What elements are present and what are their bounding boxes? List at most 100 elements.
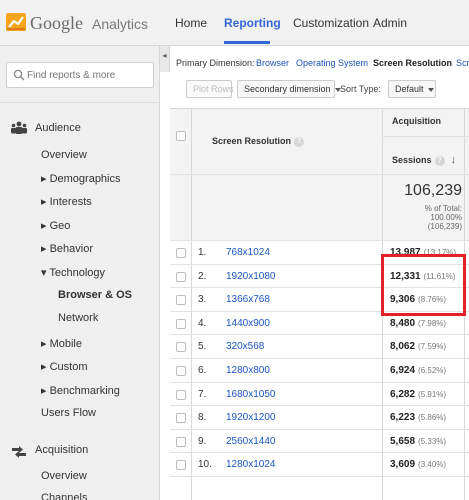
report-panel: Primary Dimension: Browser Operating Sys…: [170, 46, 469, 500]
sort-descending-icon[interactable]: ↓: [451, 154, 457, 166]
row-divider: [170, 334, 469, 336]
row-divider: [170, 452, 469, 454]
screen-resolution-link[interactable]: 1366x768: [226, 294, 270, 305]
secondary-dimension-dropdown[interactable]: Secondary dimension: [237, 80, 341, 98]
row-divider: [170, 476, 469, 477]
sidebar-item-channels[interactable]: Channels: [41, 492, 87, 500]
sessions-percent: (5.33%): [418, 436, 447, 446]
screen-resolution-link[interactable]: 1280x1024: [226, 459, 276, 470]
nav-reporting[interactable]: Reporting: [224, 16, 281, 30]
sidebar-item-network[interactable]: Network: [58, 312, 98, 324]
nav-home[interactable]: Home: [175, 16, 207, 30]
sessions-percent: (5.91%): [418, 389, 447, 399]
sessions-percent: (7.59%): [418, 342, 447, 352]
collapse-sidebar-icon[interactable]: ◂: [160, 46, 170, 72]
sidebar-item-mobile[interactable]: ▸ Mobile: [41, 337, 82, 350]
row-checkbox[interactable]: [176, 436, 186, 447]
sidebar-item-behavior[interactable]: ▸ Behavior: [41, 242, 93, 255]
row-number: 10.: [198, 459, 212, 471]
sessions-value: 3,609 (3.40%): [390, 459, 446, 470]
sidebar-item-geo[interactable]: ▸ Geo: [41, 219, 70, 232]
active-tab-underline: [224, 41, 270, 44]
table-toolbar: Plot Rows Secondary dimension Sort Type:…: [170, 80, 469, 102]
row-checkbox[interactable]: [176, 460, 186, 471]
row-checkbox[interactable]: [176, 295, 186, 306]
sidebar-item-acquisition-overview[interactable]: Overview: [41, 470, 87, 482]
sidebar-item-technology[interactable]: ▾ Technology: [41, 266, 105, 279]
sidebar-item-benchmarking[interactable]: ▸ Benchmarking: [41, 384, 120, 397]
sessions-header[interactable]: Sessions? ↓: [392, 154, 456, 166]
audience-icon: [11, 121, 27, 134]
sessions-header-label: Sessions: [392, 155, 432, 165]
header-divider: [382, 136, 469, 137]
row-checkbox[interactable]: [176, 318, 186, 329]
help-icon[interactable]: ?: [434, 155, 445, 166]
row-checkbox[interactable]: [176, 271, 186, 282]
sessions-count: 6,223: [390, 412, 416, 424]
help-icon[interactable]: ?: [294, 136, 305, 147]
sidebar-divider: [0, 102, 160, 103]
sessions-value: 6,223 (5.86%): [390, 412, 446, 423]
row-checkbox[interactable]: [176, 248, 186, 258]
dimension-screen-resolution[interactable]: Screen Resolution: [373, 58, 452, 68]
sidebar-item-browser-os[interactable]: Browser & OS: [58, 289, 132, 301]
sessions-value: 8,062 (7.59%): [390, 341, 446, 352]
primary-dimension-bar: Primary Dimension: Browser Operating Sys…: [170, 46, 469, 74]
sort-type-dropdown[interactable]: Default: [388, 80, 436, 98]
chevron-down-icon: [427, 87, 434, 92]
row-checkbox[interactable]: [176, 413, 186, 424]
dimension-more-link[interactable]: Scr: [456, 58, 469, 68]
screen-resolution-link[interactable]: 1440x900: [226, 318, 270, 329]
sessions-value: 8,480 (7.98%): [390, 318, 446, 329]
sidebar-item-interests[interactable]: ▸ Interests: [41, 195, 92, 208]
sessions-count: 5,658: [390, 435, 416, 447]
search-box[interactable]: [6, 62, 154, 88]
screen-resolution-link[interactable]: 2560x1440: [226, 436, 276, 447]
row-divider: [170, 428, 469, 430]
acquisition-group-header: Acquisition: [392, 116, 441, 126]
sessions-count: 3,609: [390, 459, 416, 471]
row-number: 6.: [198, 365, 207, 376]
screen-resolution-link[interactable]: 1680x1050: [226, 389, 276, 400]
sessions-count: 8,062: [390, 341, 416, 353]
sessions-percent: (5.86%): [418, 413, 447, 423]
screen-resolution-link[interactable]: 1920x1080: [226, 271, 276, 282]
row-number: 7.: [198, 388, 207, 400]
dimension-browser-link[interactable]: Browser: [256, 58, 289, 68]
logo[interactable]: Google Analytics: [6, 12, 149, 34]
top-bar: Google Analytics Home Reporting Customiz…: [0, 0, 469, 46]
sidebar-section-acquisition[interactable]: Acquisition: [35, 444, 88, 456]
sidebar-item-users-flow[interactable]: Users Flow: [41, 407, 96, 419]
sessions-percent: (7.98%): [418, 318, 447, 328]
sessions-value: 6,924 (6.52%): [390, 365, 446, 376]
screen-resolution-link[interactable]: 768x1024: [226, 247, 270, 258]
row-number: 1.: [198, 247, 207, 258]
search-input[interactable]: [27, 67, 151, 83]
sidebar: Audience Overview ▸ Demographics ▸ Inter…: [0, 46, 160, 500]
dimension-os-link[interactable]: Operating System: [296, 58, 368, 68]
analytics-logo-icon: [6, 13, 26, 31]
screen-resolution-header[interactable]: Screen Resolution?: [212, 136, 305, 147]
screen-resolution-header-label: Screen Resolution: [212, 136, 292, 146]
row-checkbox[interactable]: [176, 389, 186, 400]
analytics-page: Google Analytics Home Reporting Customiz…: [0, 0, 469, 500]
row-checkbox[interactable]: [176, 366, 186, 376]
select-all-checkbox[interactable]: [176, 131, 186, 141]
nav-admin[interactable]: Admin: [373, 16, 407, 30]
row-checkbox[interactable]: [176, 342, 186, 353]
screen-resolution-link[interactable]: 1920x1200: [226, 412, 276, 423]
nav-customization[interactable]: Customization: [293, 16, 369, 30]
row-number: 9.: [198, 435, 207, 447]
sidebar-section-audience[interactable]: Audience: [35, 122, 81, 134]
screen-resolution-link[interactable]: 320x568: [226, 341, 264, 352]
row-number: 5.: [198, 341, 207, 353]
sessions-value: 6,282 (5.91%): [390, 389, 446, 400]
screen-resolution-link[interactable]: 1280x800: [226, 365, 270, 376]
sidebar-item-overview[interactable]: Overview: [41, 149, 87, 161]
logo-analytics-text: Analytics: [92, 16, 149, 32]
sidebar-item-custom[interactable]: ▸ Custom: [41, 360, 87, 373]
total-percent-count: (106,239): [427, 222, 462, 231]
plot-rows-button[interactable]: Plot Rows: [186, 80, 234, 98]
row-divider: [170, 240, 469, 241]
sidebar-item-demographics[interactable]: ▸ Demographics: [41, 172, 121, 185]
